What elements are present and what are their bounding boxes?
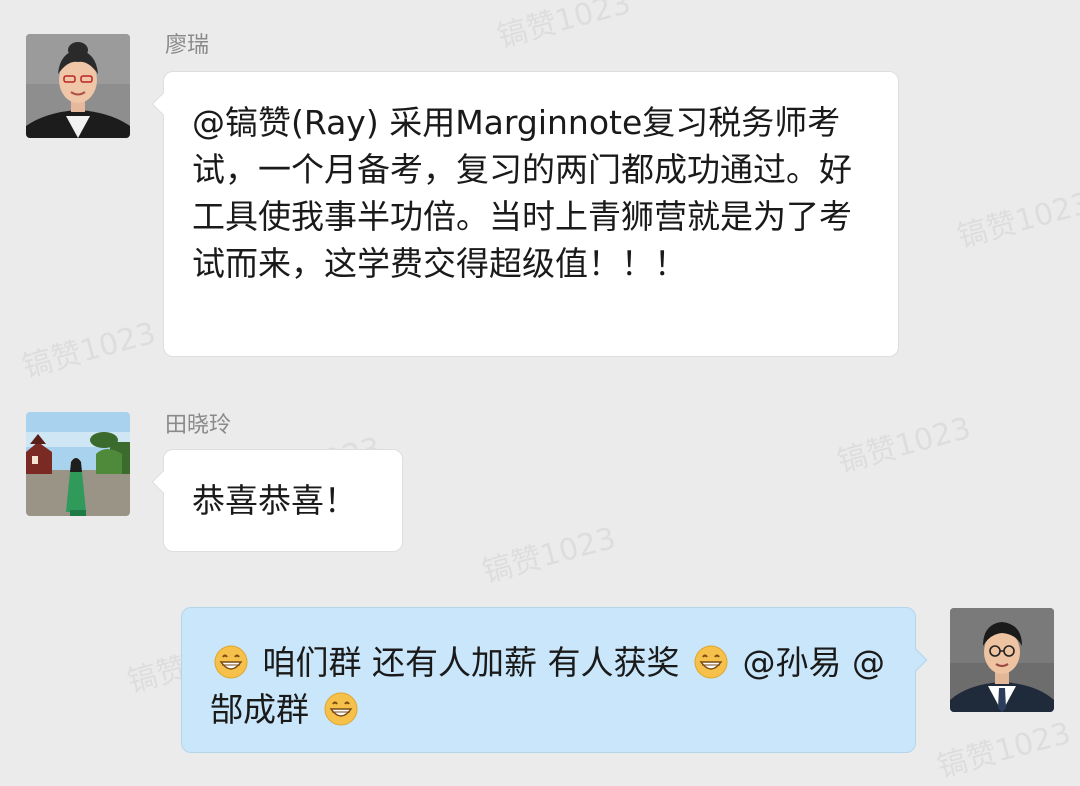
message-text: 恭喜恭喜！ [192, 481, 357, 520]
message-bubble-self[interactable]: 咱们群 还有人加薪 有人获奖 @孙易 @郜成群 [181, 607, 928, 753]
message-bubble[interactable]: @镐赞(Ray) 采用Marginnote复习税务师考试，一个月备考，复习的两门… [151, 71, 899, 357]
avatar-sender-2[interactable] [26, 412, 130, 516]
watermark: 镐赞1023 [833, 410, 975, 480]
sender-name: 田晓玲 [165, 413, 232, 438]
watermark: 镐赞1023 [18, 315, 160, 385]
watermark: 镐赞1023 [478, 520, 620, 590]
message-text: @镐赞(Ray) 采用Marginnote复习税务师考试，一个月备考，复习的两门… [192, 103, 852, 283]
avatar-sender-1[interactable] [26, 34, 130, 138]
grinning-face-icon [214, 645, 248, 679]
grinning-face-icon [694, 645, 728, 679]
bubble-tail [151, 470, 175, 494]
avatar-self[interactable] [950, 608, 1054, 712]
message-text: 咱们群 还有人加薪 有人获奖 @孙易 @郜成群 [210, 639, 891, 733]
grinning-face-icon [324, 692, 358, 726]
message-text-part: 咱们群 还有人加薪 有人获奖 [262, 643, 680, 682]
bubble-tail [904, 648, 928, 672]
watermark: 镐赞1023 [493, 0, 635, 55]
sender-name: 廖瑞 [165, 33, 210, 58]
bubble-tail [151, 92, 175, 116]
message-bubble[interactable]: 恭喜恭喜！ [151, 449, 403, 552]
watermark: 镐赞1023 [933, 715, 1075, 785]
watermark: 镐赞1023 [953, 185, 1080, 255]
